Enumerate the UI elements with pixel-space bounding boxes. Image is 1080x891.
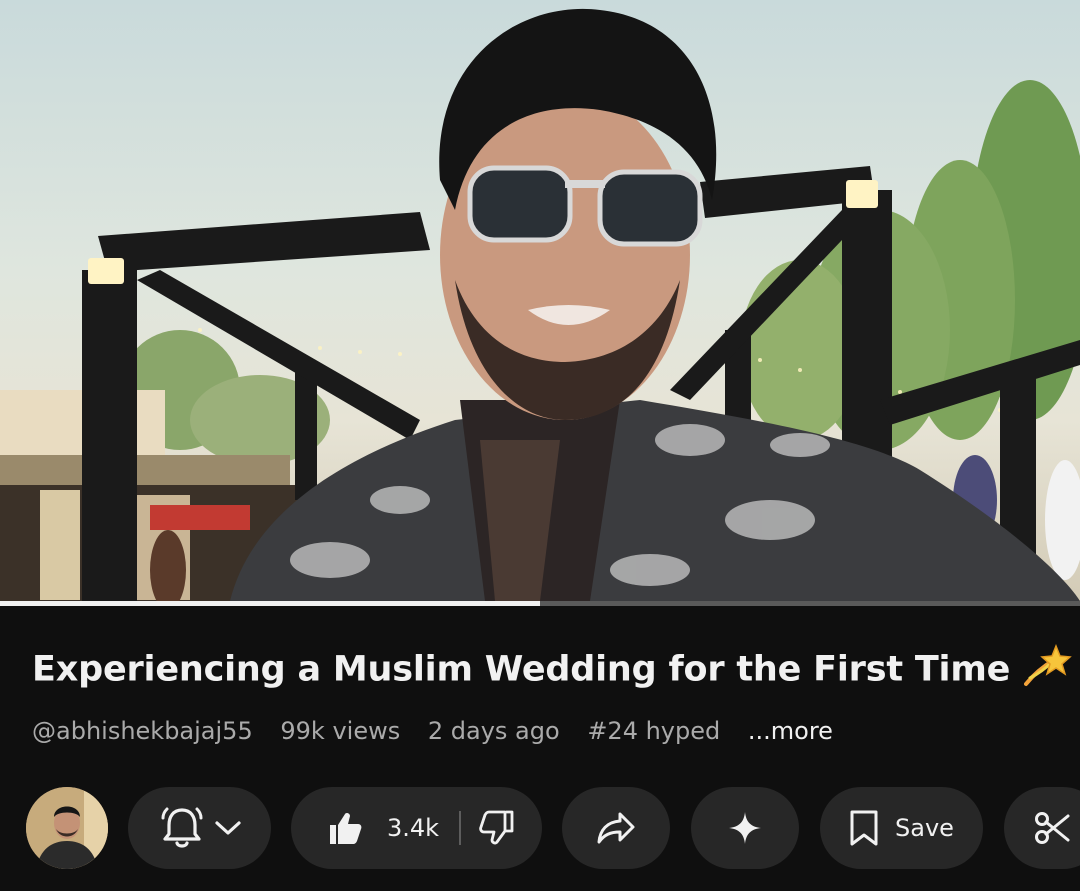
- share-button[interactable]: [562, 787, 670, 869]
- video-title-text: Experiencing a Muslim Wedding for the Fi…: [32, 649, 1011, 690]
- subscribe-notification-button[interactable]: [128, 787, 271, 869]
- lamp-left: [88, 258, 124, 284]
- like-button[interactable]: 3.4k: [327, 810, 439, 846]
- dislike-button[interactable]: [479, 810, 515, 846]
- save-button[interactable]: Save: [820, 787, 983, 869]
- bell-icon: [161, 807, 202, 848]
- ask-sparkle-icon: [729, 812, 761, 844]
- bookmark-icon: [850, 810, 878, 846]
- chevron-down-icon: [214, 821, 241, 835]
- video-progress-fill: [0, 601, 540, 606]
- channel-handle[interactable]: @abhishekbajaj55: [32, 717, 253, 745]
- scissors-icon: [1035, 812, 1070, 844]
- share-icon: [597, 812, 635, 844]
- dislike-icon: [479, 810, 514, 845]
- video-frame-illustration: [0, 8, 1080, 601]
- view-count: 99k views: [280, 717, 401, 745]
- dizzy-star-emoji-icon: [1024, 643, 1072, 697]
- video-player[interactable]: [0, 0, 1080, 601]
- video-progress-bar[interactable]: [0, 601, 1080, 606]
- more-link[interactable]: ...more: [748, 717, 833, 745]
- clip-button[interactable]: [1004, 787, 1080, 869]
- channel-avatar[interactable]: [26, 787, 108, 869]
- video-title[interactable]: Experiencing a Muslim Wedding for the Fi…: [32, 643, 1072, 697]
- video-meta: @abhishekbajaj55 99k views 2 days ago #2…: [32, 717, 833, 745]
- like-count: 3.4k: [387, 814, 440, 842]
- like-dislike-group: 3.4k: [291, 787, 542, 869]
- like-icon: [330, 812, 362, 844]
- avatar-image: [26, 787, 108, 869]
- like-divider: [459, 811, 462, 845]
- ask-button[interactable]: [691, 787, 799, 869]
- upload-age: 2 days ago: [427, 717, 560, 745]
- save-label: Save: [895, 814, 954, 842]
- hype-rank[interactable]: #24 hyped: [587, 717, 720, 745]
- lamp-right: [846, 180, 878, 208]
